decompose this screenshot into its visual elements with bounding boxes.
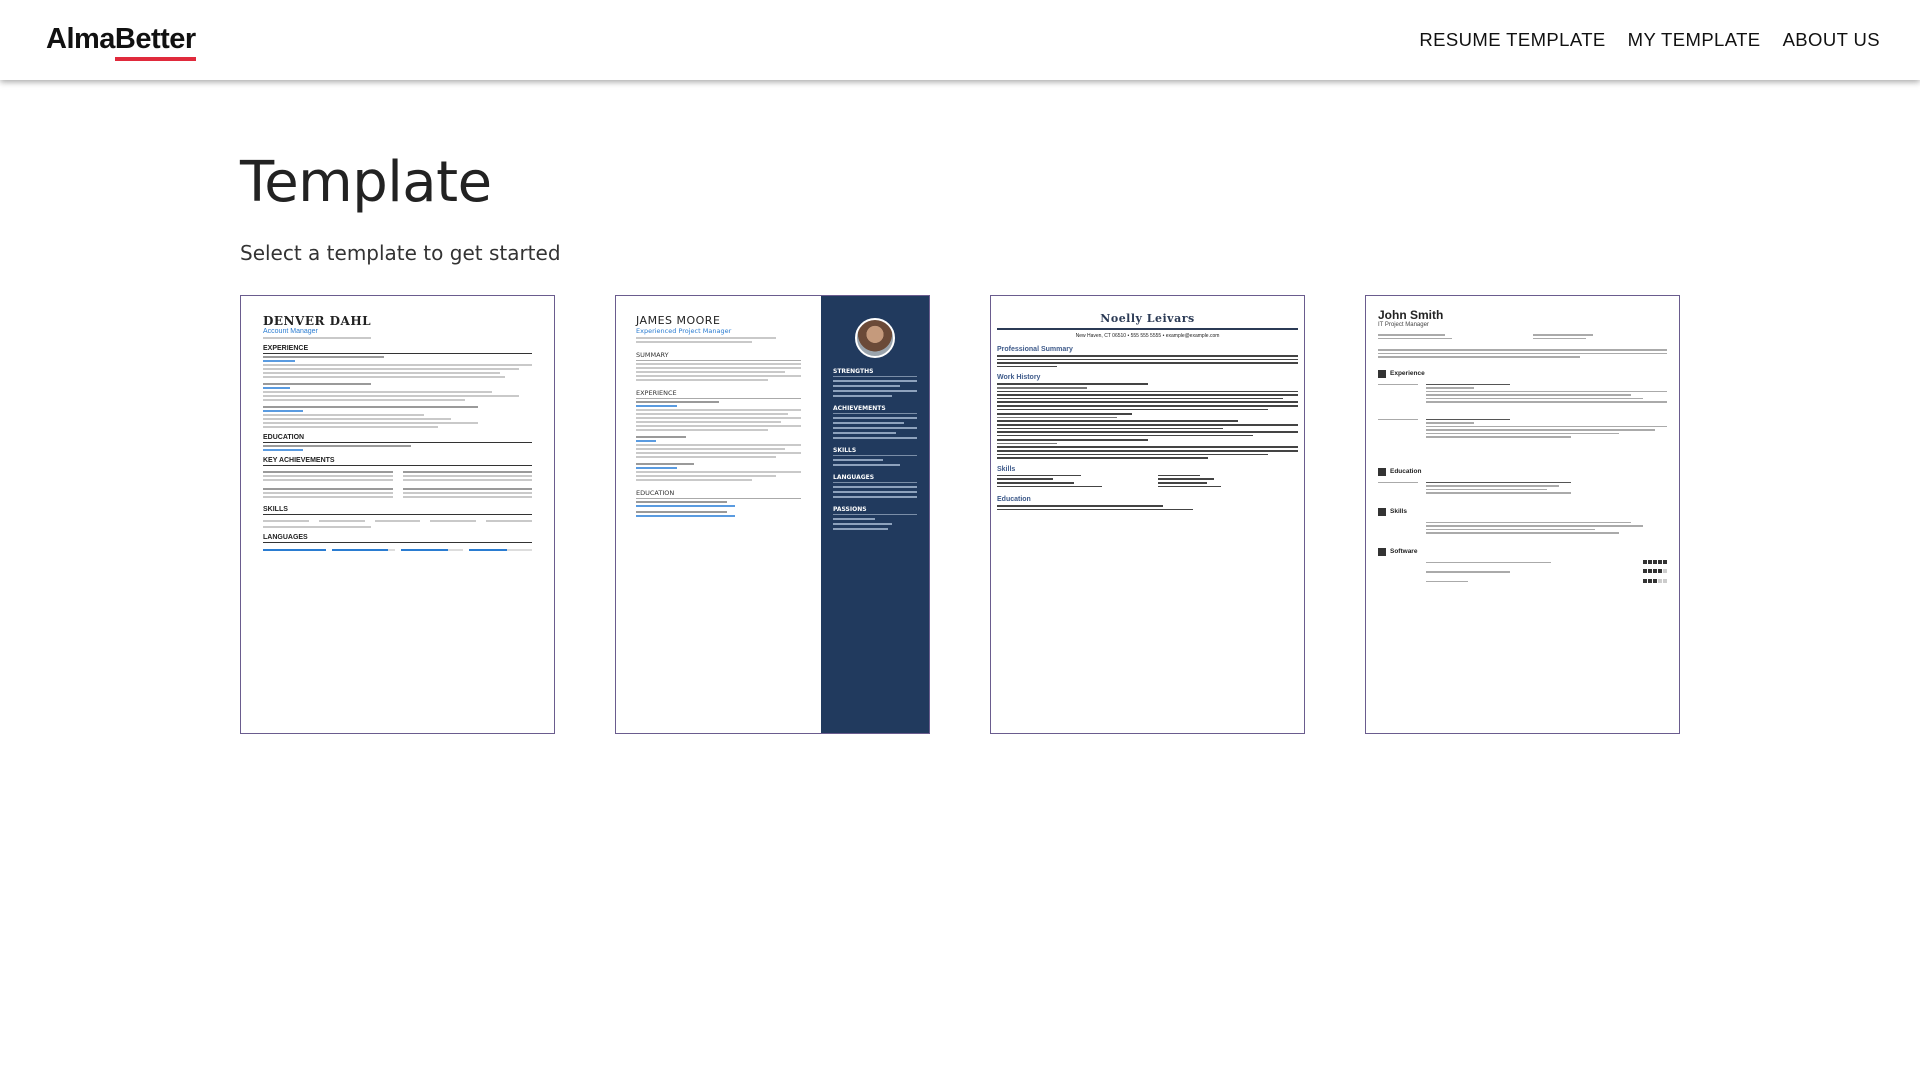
template-card-1[interactable]: DENVER DAHL Account Manager EXPERIENCE E… [240,295,555,734]
preview-section: Professional Summary [997,346,1073,353]
preview-side-section: STRENGTHS [833,368,917,377]
preview-section: Software [1378,547,1667,556]
template-card-4[interactable]: John Smith IT Project Manager Experience… [1365,295,1680,734]
nav-about-us[interactable]: ABOUT US [1783,29,1880,51]
preview-section: Skills [997,465,1016,473]
template-preview-sidebar: STRENGTHS ACHIEVEMENTS SKILLS LANGUAGES … [821,296,929,733]
preview-side-section: PASSIONS [833,506,917,515]
main-nav: RESUME TEMPLATE MY TEMPLATE ABOUT US [1419,29,1880,51]
preview-name: Noelly Leivars [1100,312,1195,325]
preview-side-section: LANGUAGES [833,474,917,483]
preview-role: Account Manager [263,328,318,335]
main-content: Template Select a template to get starte… [240,150,1700,734]
preview-side-section: SKILLS [833,447,917,456]
preview-section: Work History [997,374,1041,382]
preview-section: KEY ACHIEVEMENTS [263,457,532,466]
top-navbar: Alma Better RESUME TEMPLATE MY TEMPLATE A… [0,0,1920,80]
template-preview: Noelly Leivars New Haven, CT 06510 • 555… [991,296,1304,733]
page-title: Template [240,150,492,215]
nav-resume-template[interactable]: RESUME TEMPLATE [1419,29,1605,51]
briefcase-icon [1378,369,1386,378]
logo-text-better: Better [114,23,196,61]
graduation-cap-icon [1378,467,1386,476]
nav-my-template[interactable]: MY TEMPLATE [1628,29,1761,51]
preview-role: IT Project Manager [1378,322,1429,328]
page-subtitle: Select a template to get started [240,241,561,265]
preview-name: John Smith [1378,308,1444,322]
preview-section: EXPERIENCE [263,345,532,354]
template-preview: DENVER DAHL Account Manager EXPERIENCE E… [241,296,554,733]
preview-section: Skills [1378,507,1667,516]
preview-role: Experienced Project Manager [636,327,732,335]
template-preview: JAMES MOORE Experienced Project Manager … [616,296,821,733]
preview-side-section: ACHIEVEMENTS [833,405,917,414]
preview-section: EDUCATION [636,489,801,499]
avatar [855,318,895,358]
preview-section: SUMMARY [636,351,801,361]
template-gallery: DENVER DAHL Account Manager EXPERIENCE E… [240,295,1680,734]
preview-section: Experience [1378,369,1667,378]
logo-text-alma: Alma [46,22,115,55]
preview-section: Education [997,496,1031,504]
almabetter-logo[interactable]: Alma Better [46,22,196,61]
gear-icon [1378,507,1386,516]
preview-name: DENVER DAHL [263,314,372,328]
template-card-2[interactable]: JAMES MOORE Experienced Project Manager … [615,295,930,734]
preview-section: SKILLS [263,506,532,515]
template-card-3[interactable]: Noelly Leivars New Haven, CT 06510 • 555… [990,295,1305,734]
preview-section: EDUCATION [263,434,532,443]
preview-section: LANGUAGES [263,534,532,543]
preview-section: Education [1378,467,1667,476]
preview-section: EXPERIENCE [636,389,801,399]
preview-name: JAMES MOORE [636,314,721,327]
template-preview: John Smith IT Project Manager Experience… [1366,296,1679,733]
preview-contact: New Haven, CT 06510 • 555 555 5555 • exa… [1075,333,1220,339]
monitor-icon [1378,547,1386,556]
